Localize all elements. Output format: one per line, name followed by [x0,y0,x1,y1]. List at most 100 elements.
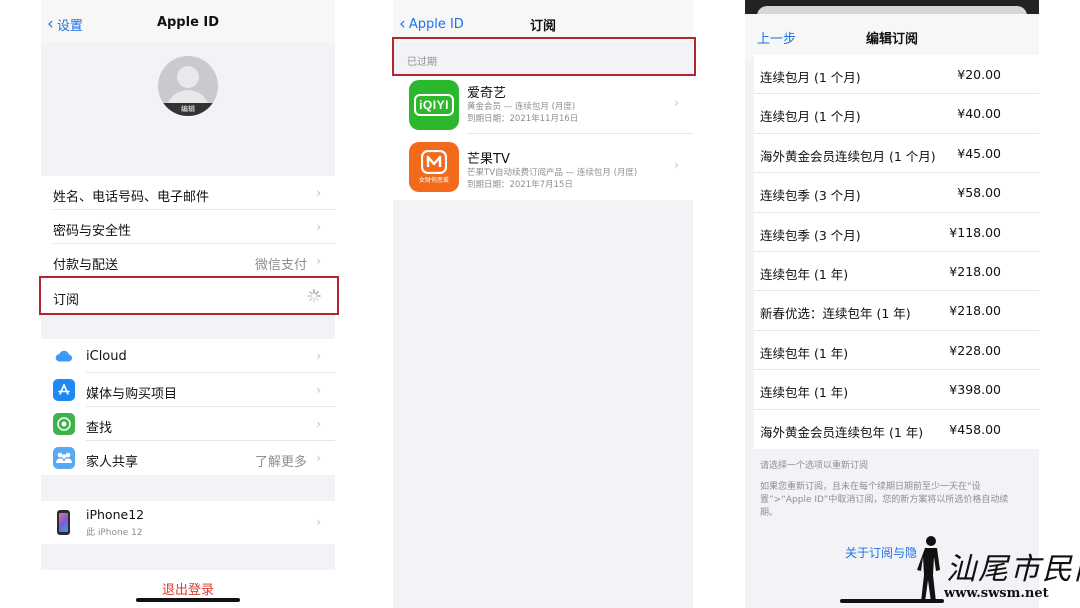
plan-label: 连续包季 (3 个月) [760,188,861,204]
plan-label: 海外黄金会员连续包年 (1 年) [760,424,924,440]
row-name-phone-email[interactable]: 姓名、电话号码、电子邮件 › [41,176,335,210]
chevron-right-icon: › [316,220,321,234]
mangotv-icon-caption: 女财何恶爱 [418,177,449,184]
chevron-right-icon: › [674,158,679,172]
sign-out-row: 退出登录 [41,570,335,608]
select-option-note: 请选择一个选项以重新订阅 [760,461,869,471]
plan-price: ¥228.00 [949,342,1001,358]
plan-option[interactable]: 连续包年 (1 年) ¥218.00 [754,252,1039,292]
watermark-text: 汕尾市民网 [946,552,1080,587]
plan-option[interactable]: 连续包年 (1 年) ¥398.00 [754,370,1039,410]
plan-price: ¥218.00 [949,303,1001,319]
row-label: 查找 [86,421,113,436]
app-expiry: 到期日期：2021年7月15日 [467,180,573,190]
row-label: 密码与安全性 [53,224,132,239]
chevron-right-icon: › [674,96,679,110]
plan-label: 连续包年 (1 年) [760,385,849,401]
plan-option[interactable]: 新春优选：连续包年 (1 年) ¥218.00 [754,291,1039,331]
family-icon [53,447,75,469]
profile-section: 编辑 [41,42,335,176]
row-family-sharing[interactable]: 家人共享 了解更多 › [41,441,335,475]
chevron-right-icon: › [316,254,321,268]
plan-option[interactable]: 连续包月 (1 个月) ¥20.00 [754,55,1039,95]
app-name: 爱奇艺 [467,86,507,101]
edit-subscription-screen: 上一步 编辑订阅 连续包月 (1 个月) ¥20.00 连续包月 (1 个月) … [745,0,1039,608]
chevron-right-icon: › [316,349,321,363]
plan-option[interactable]: 连续包季 (3 个月) ¥58.00 [754,173,1039,213]
app-plan: 黄金会员 — 连续包月 (月度) [467,102,576,112]
chevron-right-icon: › [316,186,321,200]
home-indicator [136,598,240,602]
app-expiry: 到期日期：2021年11月16日 [467,114,579,124]
plan-price: ¥20.00 [957,67,1001,82]
row-icloud[interactable]: iCloud › [41,339,335,373]
plan-label: 连续包月 (1 个月) [760,109,861,125]
page-title: Apple ID [156,15,220,30]
watermark-url: www.swsm.net [944,586,1049,601]
chevron-right-icon: › [316,451,321,465]
watermark: 汕尾市民网 www.swsm.net [912,534,1080,608]
device-name: iPhone12 [86,507,145,522]
plan-option[interactable]: 连续包年 (1 年) ¥228.00 [754,330,1039,371]
chevron-right-icon: › [316,417,321,431]
app-store-icon [53,379,75,401]
row-find-my[interactable]: 查找 › [41,407,335,441]
plan-price: ¥398.00 [949,382,1001,398]
sign-out-button[interactable]: 退出登录 [41,579,335,598]
device-sub: 此 iPhone 12 [86,528,143,538]
payment-value: 微信支付 [254,258,307,273]
iphone-icon [57,510,70,535]
plan-option[interactable]: 海外黄金会员连续包月 (1 个月) ¥45.00 [754,133,1039,174]
plan-option[interactable]: 连续包月 (1 个月) ¥40.00 [754,94,1039,134]
app-name: 芒果TV [467,152,510,167]
avatar[interactable]: 编辑 [158,56,218,116]
find-my-icon [53,413,75,435]
iqiyi-logo-text: iQIYI [414,94,454,116]
plan-price: ¥45.00 [957,145,1001,161]
row-label: 姓名、电话号码、电子邮件 [53,190,210,205]
avatar-head [177,66,199,88]
subscription-iqiyi[interactable]: iQIYI 爱奇艺 黄金会员 — 连续包月 (月度) 到期日期：2021年11月… [393,76,693,134]
plan-label: 连续包季 (3 个月) [760,227,861,243]
sheet-nav-bar: 上一步 编辑订阅 [745,14,1039,58]
row-label: 媒体与购买项目 [86,387,178,402]
subscriptions-highlight-box [39,276,339,315]
row-password-security[interactable]: 密码与安全性 › [41,210,335,244]
row-label: 家人共享 [86,455,139,470]
plan-price: ¥58.00 [957,185,1001,201]
row-label: iCloud [86,349,127,364]
expired-highlight-box [392,37,696,76]
cloud-icon [53,345,75,367]
edit-subscription-sheet: 上一步 编辑订阅 连续包月 (1 个月) ¥20.00 连续包月 (1 个月) … [745,14,1039,608]
nav-bar: ‹ 设置 Apple ID [41,0,335,42]
plan-price: ¥40.00 [957,106,1001,122]
mangotv-app-icon: 女财何恶爱 [409,142,459,192]
row-label: 付款与配送 [53,258,119,273]
row-media-purchases[interactable]: 媒体与购买项目 › [41,373,335,407]
page-title: 订阅 [529,19,556,34]
plan-label: 新春优选：连续包年 (1 年) [760,306,911,322]
plan-option[interactable]: 海外黄金会员连续包年 (1 年) ¥458.00 [754,409,1039,449]
row-payment-shipping[interactable]: 付款与配送 微信支付 › [41,244,335,278]
row-device-iphone12[interactable]: iPhone12 此 iPhone 12 › [41,501,335,544]
plan-price: ¥118.00 [949,224,1001,240]
iqiyi-app-icon: iQIYI [409,80,459,130]
mango-m-icon [421,150,447,174]
plan-price: ¥218.00 [949,264,1001,279]
family-value: 了解更多 [254,455,307,470]
chevron-right-icon: › [316,383,321,397]
renewal-note: 如果您重新订阅，且未在每个续期日期前至少一天在“设置”>“Apple ID”中取… [760,482,1009,519]
about-subscriptions-privacy-link[interactable]: 关于订阅与隐 [845,544,917,561]
plan-label: 海外黄金会员连续包月 (1 个月) [760,148,936,164]
avatar-edit-label: 编辑 [158,103,218,116]
plan-label: 连续包年 (1 年) [760,345,849,361]
subscription-mangotv[interactable]: 女财何恶爱 芒果TV 芒果TV自动续费订阅产品 — 连续包月 (月度) 到期日期… [393,134,693,200]
plan-price: ¥458.00 [949,421,1001,437]
plan-label: 连续包年 (1 年) [760,267,849,282]
app-plan: 芒果TV自动续费订阅产品 — 连续包月 (月度) [467,168,638,178]
nav-bar: ‹ Apple ID 订阅 [393,0,693,42]
plan-label: 连续包月 (1 个月) [760,70,861,85]
plan-option[interactable]: 连续包季 (3 个月) ¥118.00 [754,212,1039,252]
sheet-title: 编辑订阅 [865,32,918,47]
chevron-right-icon: › [316,515,321,529]
